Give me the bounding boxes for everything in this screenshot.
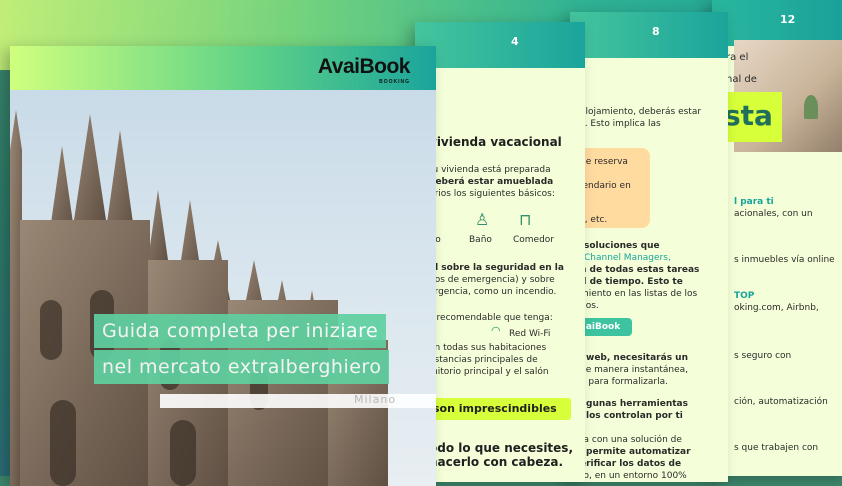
brochure-page-8: 8 alojamiento, deberás estar s. Esto imp… <box>570 12 728 482</box>
page-number: 4 <box>511 35 519 48</box>
milan-cathedral-image <box>10 110 388 486</box>
brochure-cover: AvaiBook BOOKING Guida completa per iniz… <box>10 46 436 486</box>
page-number: 8 <box>652 25 660 38</box>
section-title: sta <box>724 99 773 132</box>
wifi-icon: ◠ <box>491 324 501 337</box>
dining-table-icon: ⊓ <box>519 210 532 229</box>
cover-title-line-1: Guida completa per iniziare <box>94 314 387 348</box>
city-label: Milano <box>354 393 397 406</box>
highlight-label: son imprescindibles <box>421 398 571 420</box>
toilet-icon: ♙ <box>475 210 490 229</box>
page-header <box>570 12 728 58</box>
brochure-page-12: 12 ra el nal de sta l para ti acionales,… <box>712 0 842 476</box>
brochure-page-4: 4 vivienda vacacional tu vivienda está p… <box>415 22 585 482</box>
cover-title-line-2: nel mercato extralberghiero <box>94 350 390 384</box>
avaibook-logo: AvaiBook BOOKING <box>317 55 411 85</box>
section-heading: vivienda vacacional <box>429 135 562 149</box>
page-number: 12 <box>780 13 796 26</box>
plant-icon <box>804 95 818 119</box>
page-header <box>415 22 585 68</box>
